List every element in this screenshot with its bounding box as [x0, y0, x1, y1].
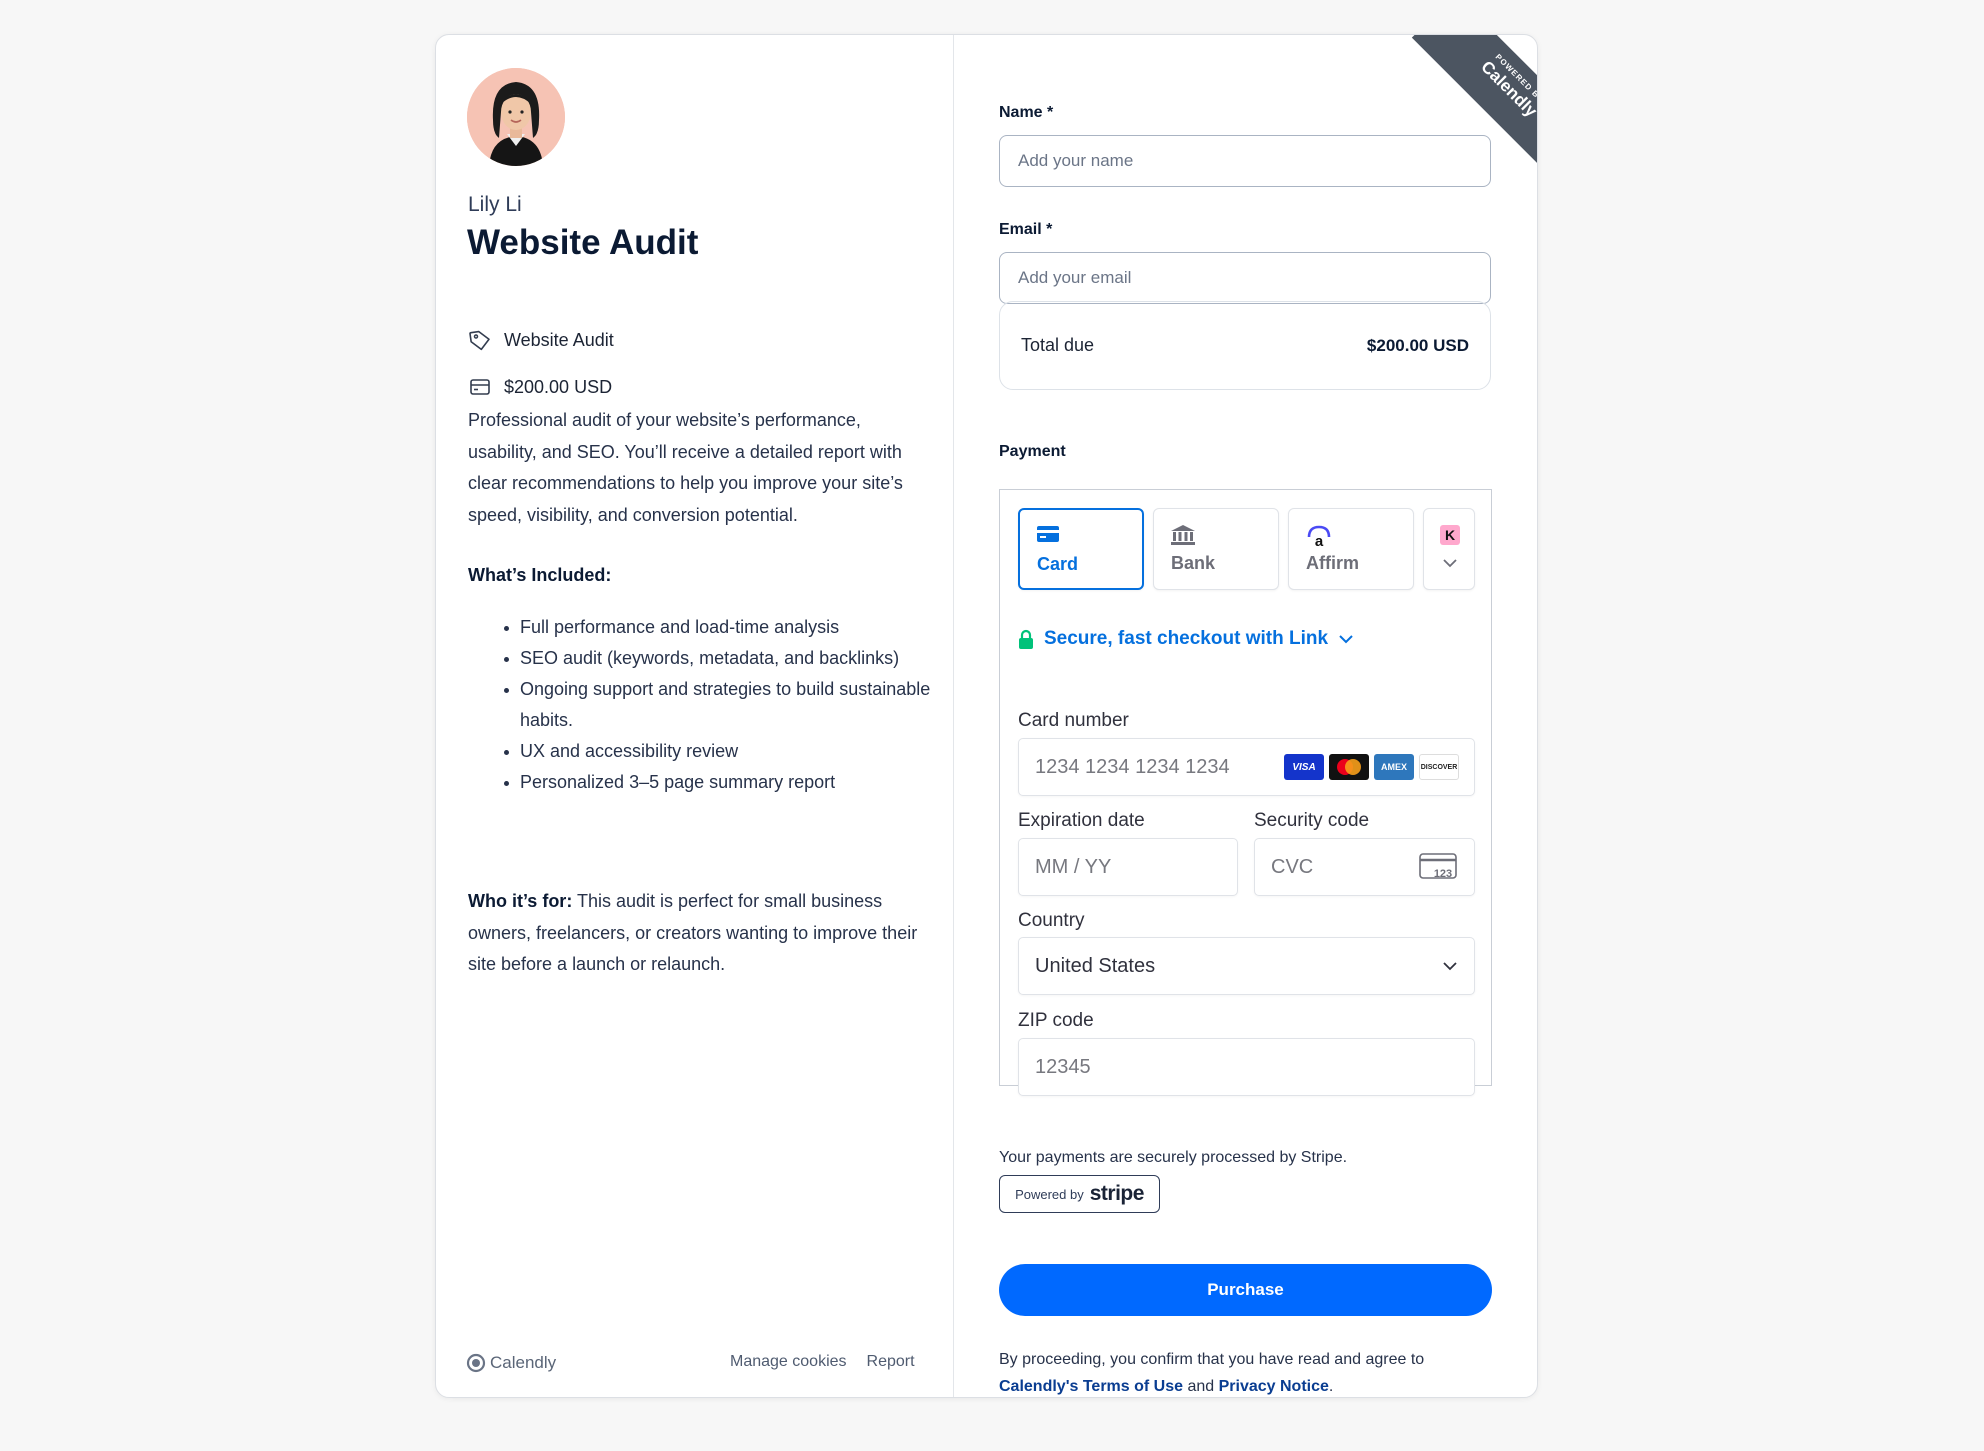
- stripe-security-note: Your payments are securely processed by …: [999, 1149, 1348, 1166]
- tab-affirm[interactable]: a Affirm: [1288, 508, 1414, 590]
- stripe-logo: stripe: [1089, 1182, 1145, 1205]
- tab-bank[interactable]: Bank: [1153, 508, 1279, 590]
- payment-panel: Name * Email * Total due $200.00 USD Pay…: [954, 35, 1538, 1397]
- mastercard-circles: [1337, 759, 1361, 775]
- country-label: Country: [1018, 910, 1085, 931]
- amex-icon: AMEX: [1374, 754, 1414, 780]
- event-details-panel: Lily Li Website Audit Website Audit $200…: [436, 35, 953, 1397]
- legal-prefix: By proceeding, you confirm that you have…: [999, 1351, 1425, 1368]
- card-number-label: Card number: [1018, 710, 1129, 731]
- report-link[interactable]: Report: [867, 1353, 915, 1371]
- list-item: Ongoing support and strategies to build …: [504, 674, 940, 736]
- tab-more-methods[interactable]: K: [1423, 508, 1475, 590]
- card-brand-icons: VISA AMEX DISCOVER: [1284, 754, 1459, 780]
- tab-affirm-label: Affirm: [1306, 553, 1359, 573]
- list-item: Full performance and load-time analysis: [504, 612, 940, 643]
- lock-icon: [1019, 629, 1033, 649]
- powered-by-stripe-badge[interactable]: Powered by stripe: [999, 1175, 1160, 1213]
- legal-and: and: [1183, 1378, 1219, 1395]
- calendly-logo-icon: [466, 1353, 486, 1373]
- chevron-down-icon: [1339, 635, 1353, 644]
- email-label: Email *: [999, 221, 1053, 238]
- calendly-logo-text: Calendly: [490, 1353, 557, 1372]
- card-number-wrap: VISA AMEX DISCOVER: [1018, 738, 1475, 796]
- host-portrait: [467, 68, 565, 166]
- credit-card-icon: [470, 379, 490, 395]
- chevron-down-icon: [1443, 962, 1457, 971]
- stripe-payment-element: Card Bank a Affirm K Secure, fast checko…: [999, 489, 1492, 1096]
- svg-text:K: K: [1445, 527, 1455, 543]
- host-name: Lily Li: [468, 193, 522, 216]
- expiration-input[interactable]: [1018, 838, 1238, 896]
- event-price-label: $200.00 USD: [504, 376, 613, 397]
- cvc-icon-text: 123: [1434, 868, 1452, 880]
- legal-notice: By proceeding, you confirm that you have…: [999, 1346, 1499, 1397]
- audience-label: Who it’s for:: [468, 891, 573, 911]
- svg-text:a: a: [1315, 533, 1324, 547]
- event-price-row: $200.00 USD: [468, 375, 612, 399]
- event-description: Professional audit of your website’s per…: [468, 410, 903, 525]
- country-value: United States: [1035, 954, 1156, 977]
- email-field[interactable]: [999, 252, 1491, 304]
- total-due-value: $200.00 USD: [1366, 335, 1469, 355]
- zip-code-input[interactable]: [1018, 1038, 1475, 1096]
- legal-suffix: .: [1328, 1378, 1334, 1395]
- list-item: SEO audit (keywords, metadata, and backl…: [504, 643, 940, 674]
- booking-card: Lily Li Website Audit Website Audit $200…: [435, 34, 1538, 1398]
- expiration-label: Expiration date: [1018, 810, 1145, 831]
- payment-label: Payment: [999, 443, 1066, 460]
- total-due-box: Total due $200.00 USD: [999, 301, 1491, 390]
- link-checkout-label: Secure, fast checkout with Link: [1044, 628, 1329, 649]
- ribbon-brand-text: Calendly: [1477, 57, 1538, 121]
- event-title: Website Audit: [467, 223, 699, 262]
- tab-card[interactable]: Card: [1018, 508, 1144, 590]
- security-code-label: Security code: [1254, 810, 1370, 831]
- tag-icon: [469, 330, 490, 351]
- ribbon-banner: POWERED BY Calendly: [1411, 35, 1538, 167]
- terms-of-use-link[interactable]: Calendly's Terms of Use: [999, 1378, 1183, 1395]
- included-title: What’s Included:: [468, 565, 612, 585]
- avatar: [467, 68, 565, 166]
- tab-card-label: Card: [1037, 554, 1079, 574]
- mastercard-icon: [1329, 754, 1369, 780]
- security-code-wrap: 123: [1254, 838, 1475, 896]
- manage-cookies-link[interactable]: Manage cookies: [730, 1353, 847, 1371]
- list-item: Personalized 3–5 page summary report: [504, 767, 940, 798]
- bank-icon: [1171, 525, 1195, 545]
- zip-code-label: ZIP code: [1018, 1010, 1094, 1031]
- name-label: Name *: [999, 104, 1054, 121]
- calendly-logo[interactable]: Calendly: [466, 1353, 556, 1373]
- country-select[interactable]: United States: [1018, 937, 1475, 995]
- included-list: Full performance and load-time analysis …: [504, 612, 940, 798]
- footer-links: Manage cookies Report: [730, 1353, 915, 1371]
- powered-by-text: Powered by: [1015, 1186, 1084, 1202]
- cvc-icon: 123: [1419, 853, 1457, 880]
- discover-icon: DISCOVER: [1419, 754, 1459, 780]
- link-checkout-toggle[interactable]: Secure, fast checkout with Link: [1018, 628, 1354, 650]
- list-item: UX and accessibility review: [504, 736, 940, 767]
- klarna-icon: K: [1440, 525, 1460, 545]
- affirm-icon: a: [1307, 525, 1331, 547]
- purchase-button[interactable]: Purchase: [999, 1264, 1492, 1316]
- powered-by-calendly-ribbon[interactable]: POWERED BY Calendly: [1405, 35, 1538, 167]
- event-tag-label: Website Audit: [504, 329, 614, 350]
- tab-bank-label: Bank: [1171, 553, 1216, 573]
- event-tag-row: Website Audit: [468, 328, 614, 352]
- chevron-down-icon: [1443, 559, 1457, 568]
- card-icon: [1037, 526, 1059, 542]
- total-due-label: Total due: [1021, 335, 1095, 355]
- visa-icon: VISA: [1284, 754, 1324, 780]
- privacy-notice-link[interactable]: Privacy Notice: [1219, 1378, 1329, 1395]
- audience-paragraph: Who it’s for: This audit is perfect for …: [468, 886, 928, 981]
